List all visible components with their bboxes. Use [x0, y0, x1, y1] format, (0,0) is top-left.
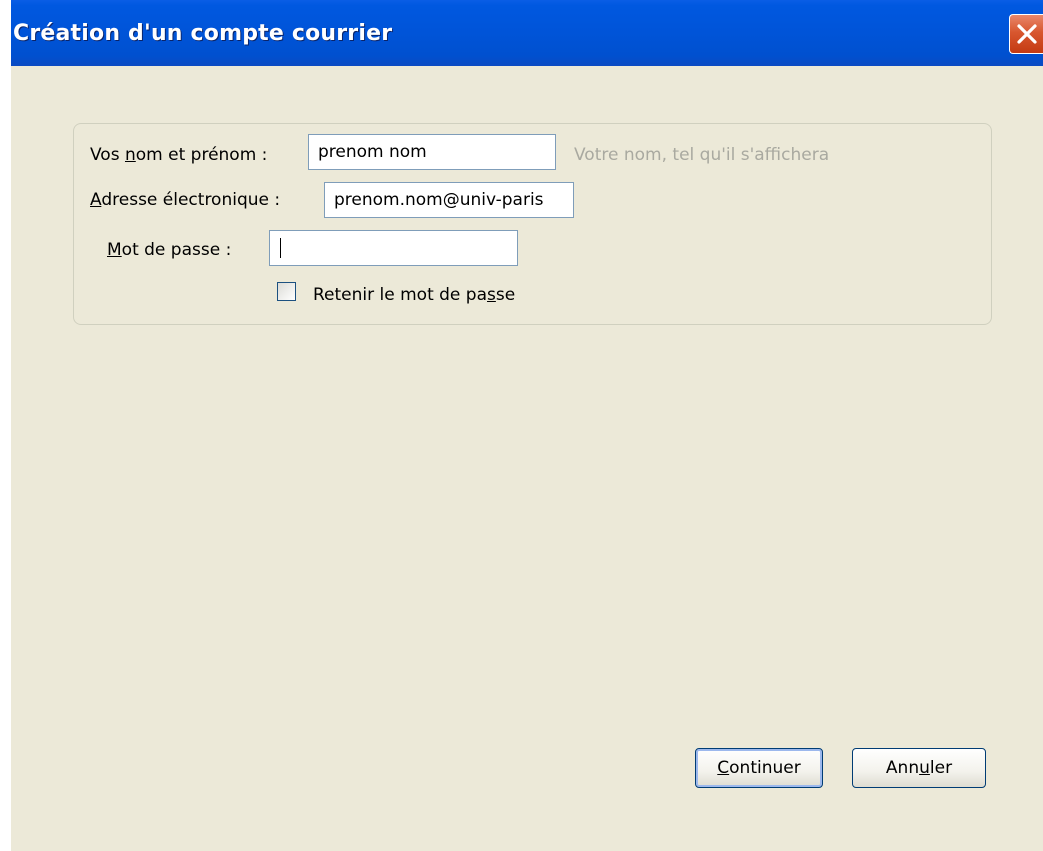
text-caret [280, 238, 281, 258]
name-input[interactable]: prenom nom [308, 134, 556, 170]
continue-button[interactable]: Continuer [695, 748, 823, 788]
remember-password-label[interactable]: Retenir le mot de passe [313, 285, 515, 305]
close-icon [1017, 24, 1037, 44]
title-bar[interactable]: Création d'un compte courrier [11, 0, 1043, 66]
email-label: Adresse électronique : [90, 190, 281, 210]
email-input[interactable]: prenom.nom@univ-paris [324, 182, 574, 218]
name-label: Vos nom et prénom : [90, 145, 268, 165]
password-label: Mot de passe : [107, 240, 232, 260]
name-hint: Votre nom, tel qu'il s'affichera [574, 145, 830, 165]
dialog-window: Création d'un compte courrier Vos nom et… [11, 0, 1043, 851]
close-button[interactable] [1009, 14, 1043, 54]
password-input[interactable] [269, 230, 518, 266]
cancel-button[interactable]: Annuler [852, 748, 986, 788]
window-title: Création d'un compte courrier [13, 21, 393, 46]
remember-password-checkbox[interactable] [277, 282, 296, 301]
